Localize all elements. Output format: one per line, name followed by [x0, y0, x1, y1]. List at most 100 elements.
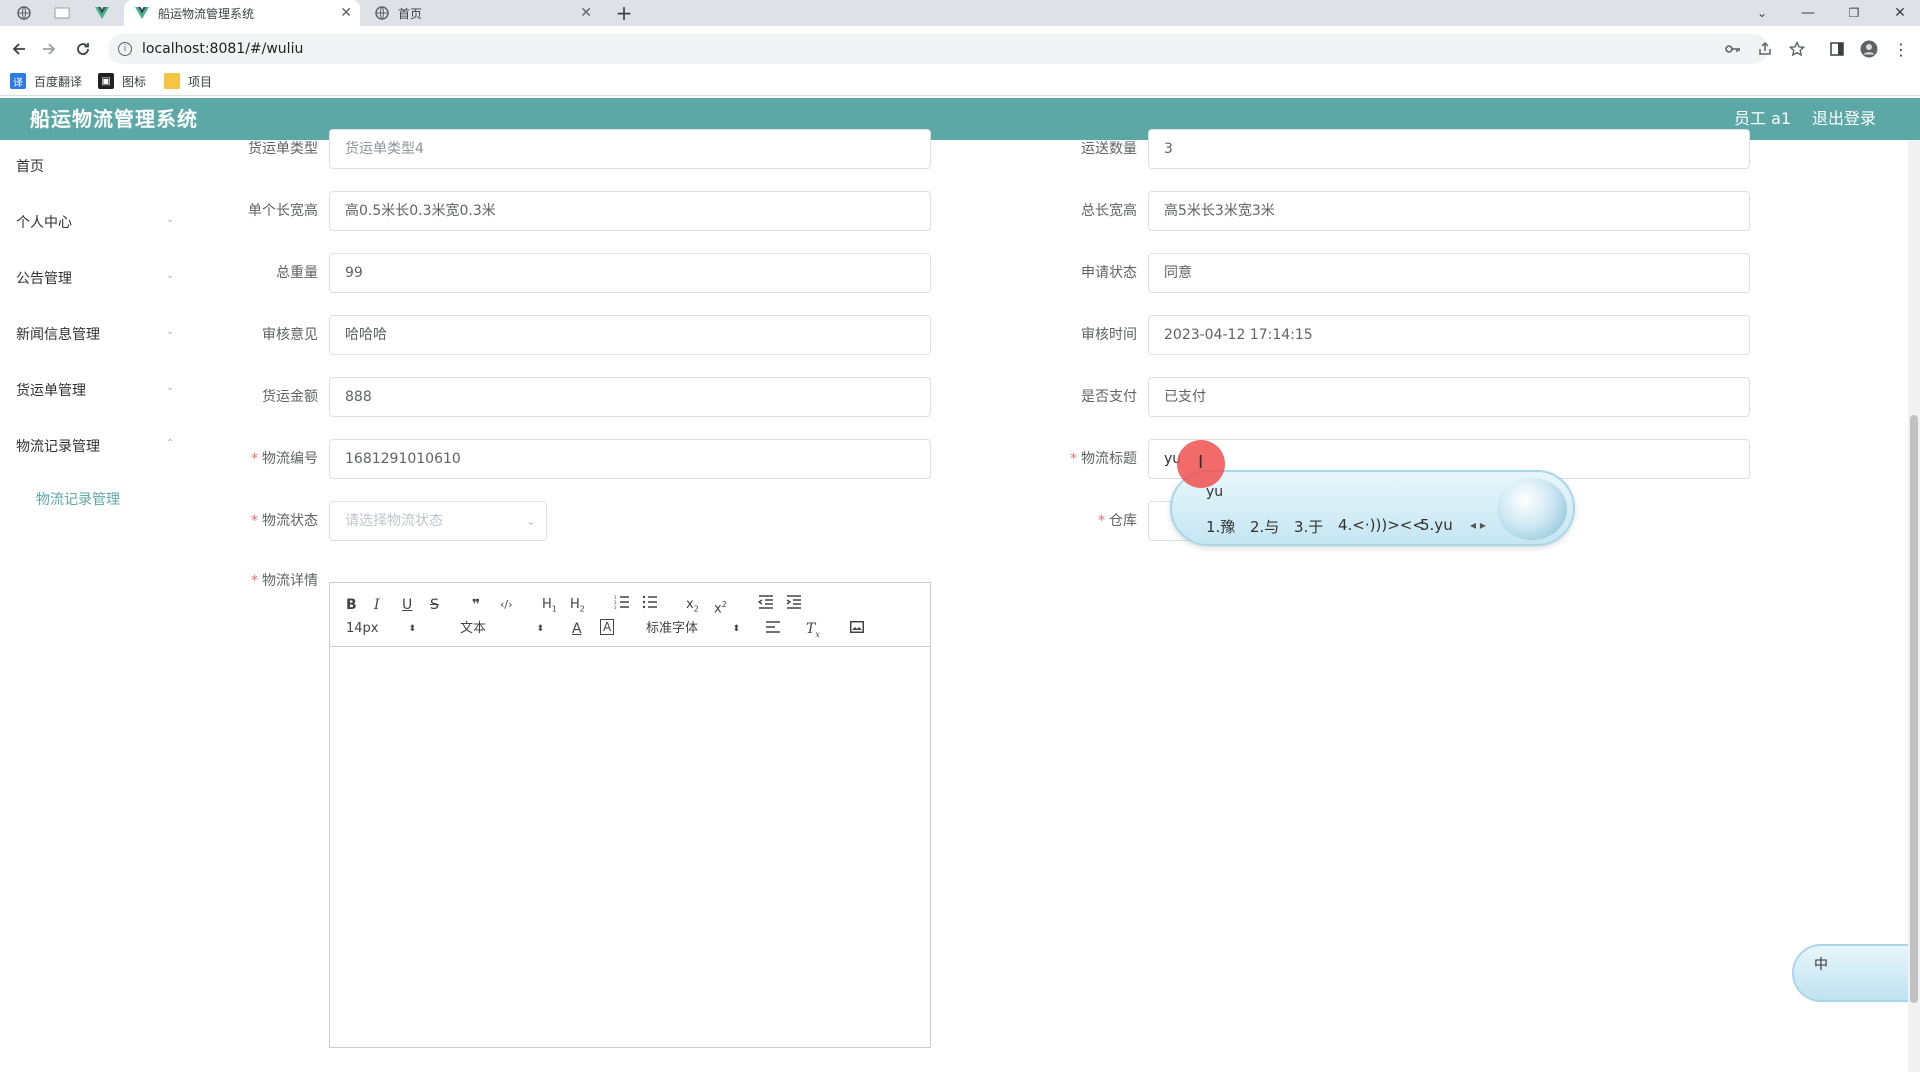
tab-title: 首页: [398, 6, 423, 21]
bookmark-baidu-translate[interactable]: 译 百度翻译: [10, 70, 82, 92]
subscript-icon[interactable]: x2: [686, 595, 699, 615]
application-status-input[interactable]: 同意: [1148, 253, 1750, 293]
chevron-down-icon[interactable]: ⌄: [1744, 0, 1780, 26]
strikethrough-icon[interactable]: S: [430, 595, 439, 615]
info-icon[interactable]: i: [118, 42, 132, 56]
ime-candidate[interactable]: 4.<·)))><<: [1338, 516, 1425, 534]
clear-format-icon[interactable]: Tx: [806, 619, 820, 639]
reload-icon[interactable]: [70, 36, 96, 62]
heading-2-icon[interactable]: H2: [570, 595, 585, 615]
editor-content-area[interactable]: [330, 647, 930, 1047]
freight-amount-input[interactable]: 888: [329, 377, 931, 417]
code-icon[interactable]: ‹/›: [500, 595, 513, 615]
sidebar-item-logistics-records[interactable]: 物流记录管理: [16, 437, 100, 457]
star-icon[interactable]: [1784, 36, 1810, 62]
menu-kebab-icon[interactable]: ⋮: [1888, 36, 1914, 62]
restore-icon[interactable]: ❐: [1836, 0, 1872, 26]
forward-arrow-icon[interactable]: [36, 36, 62, 62]
required-mark: *: [251, 451, 258, 467]
shipping-quantity-input[interactable]: 3: [1148, 129, 1750, 169]
close-icon[interactable]: ✕: [340, 5, 352, 21]
scrollbar-thumb[interactable]: [1910, 415, 1918, 1003]
tab-active[interactable]: 船运物流管理系统 ✕: [124, 0, 360, 26]
vue-icon: [134, 5, 150, 21]
window-close-icon[interactable]: ✕: [1882, 0, 1918, 26]
close-icon[interactable]: ✕: [580, 5, 592, 21]
required-mark: *: [1098, 513, 1105, 529]
bold-icon[interactable]: B: [346, 595, 357, 615]
waybill-type-input[interactable]: 货运单类型4: [329, 129, 931, 169]
total-dimensions-input[interactable]: 高5米长3米宽3米: [1148, 191, 1750, 231]
field-label: * 物流状态: [251, 513, 318, 529]
heading-1-icon[interactable]: H1: [542, 595, 557, 615]
text-cursor-icon: I: [1198, 452, 1204, 473]
sidebar-item-personal-center[interactable]: 个人中心: [16, 213, 72, 233]
profile-avatar-icon[interactable]: [1856, 36, 1882, 62]
background-color-icon[interactable]: A: [600, 619, 615, 635]
chevron-down-icon: ⌄: [166, 326, 175, 337]
ime-candidate[interactable]: 5.yu: [1420, 516, 1453, 534]
key-icon[interactable]: [1720, 36, 1746, 62]
globe-icon: [374, 5, 390, 21]
field-label: 审核时间: [1081, 327, 1137, 343]
logistics-status-select[interactable]: 请选择物流状态 ⌄: [329, 501, 547, 541]
chevron-down-icon: ⌄: [525, 514, 536, 528]
text-format-select[interactable]: 文本 ⬍: [460, 619, 544, 639]
sidebar-item-home[interactable]: 首页: [16, 157, 44, 177]
field-label: 是否支付: [1081, 389, 1137, 405]
share-icon[interactable]: [1752, 36, 1778, 62]
chevron-down-icon: ⌄: [166, 382, 175, 393]
side-panel-icon[interactable]: [1824, 36, 1850, 62]
sidebar-item-waybill-management[interactable]: 货运单管理: [16, 381, 86, 401]
updown-arrow-icon: ⬍: [408, 624, 416, 634]
bullet-list-icon[interactable]: [642, 595, 658, 615]
review-opinion-input[interactable]: 哈哈哈: [329, 315, 931, 355]
field-label: 货运金额: [262, 389, 318, 405]
tab-home[interactable]: 首页 ✕: [364, 0, 600, 26]
indent-icon[interactable]: [786, 595, 802, 615]
align-icon[interactable]: [766, 619, 780, 639]
ime-status-bar[interactable]: 中: [1792, 944, 1920, 1002]
field-label: 总重量: [276, 265, 318, 281]
required-mark: *: [251, 513, 258, 529]
ime-candidate[interactable]: 2.与: [1250, 516, 1279, 537]
bookmark-project[interactable]: 项目: [164, 70, 212, 92]
address-bar[interactable]: i localhost:8081/#/wuliu: [108, 34, 1768, 64]
image-icon[interactable]: [850, 619, 864, 639]
ime-page-arrows-icon[interactable]: ◂ ▸: [1470, 518, 1486, 532]
outdent-icon[interactable]: [757, 595, 774, 615]
payment-status-input[interactable]: 已支付: [1148, 377, 1750, 417]
blank-page-icon[interactable]: [44, 0, 80, 26]
field-label: 审核意见: [262, 327, 318, 343]
italic-icon[interactable]: I: [374, 595, 380, 615]
underline-icon[interactable]: U: [402, 595, 412, 615]
folder-icon: [164, 73, 180, 89]
unit-dimensions-input[interactable]: 高0.5米长0.3米宽0.3米: [329, 191, 931, 231]
back-arrow-icon[interactable]: [6, 36, 32, 62]
review-time-input[interactable]: 2023-04-12 17:14:15: [1148, 315, 1750, 355]
ime-candidate[interactable]: 1.豫: [1206, 516, 1235, 537]
ime-candidate-window: yu 1.豫 2.与 3.于 4.<·)))><< 5.yu ◂ ▸: [1170, 470, 1575, 546]
svg-text:3: 3: [614, 605, 617, 609]
minimize-icon[interactable]: —: [1790, 0, 1826, 26]
updown-arrow-icon: ⬍: [536, 624, 544, 634]
ime-candidate[interactable]: 3.于: [1294, 516, 1323, 537]
ordered-list-icon[interactable]: 123: [614, 595, 630, 615]
globe-icon[interactable]: [6, 0, 42, 26]
logout-button[interactable]: 退出登录: [1812, 98, 1876, 140]
superscript-icon[interactable]: x2: [714, 595, 727, 616]
logistics-details-editor: B I U S ❞ ‹/› H1 H2 123 x2 x2 14px ⬍ 文本 …: [329, 582, 931, 1048]
bookmark-icons[interactable]: ▣ 图标: [98, 70, 146, 92]
logistics-number-input[interactable]: 1681291010610: [329, 439, 931, 479]
sidebar-item-notice-management[interactable]: 公告管理: [16, 269, 72, 289]
font-family-select[interactable]: 标准字体 ⬍: [646, 619, 740, 639]
sidebar-subitem-logistics-records[interactable]: 物流记录管理: [36, 489, 120, 509]
chevron-down-icon: ⌄: [166, 270, 175, 281]
total-weight-input[interactable]: 99: [329, 253, 931, 293]
font-size-select[interactable]: 14px ⬍: [346, 619, 416, 639]
new-tab-icon[interactable]: +: [606, 0, 642, 26]
sidebar-item-news-management[interactable]: 新闻信息管理: [16, 325, 100, 345]
text-color-icon[interactable]: A: [572, 619, 582, 639]
vue-icon[interactable]: [84, 0, 120, 26]
blockquote-icon[interactable]: ❞: [472, 595, 480, 615]
